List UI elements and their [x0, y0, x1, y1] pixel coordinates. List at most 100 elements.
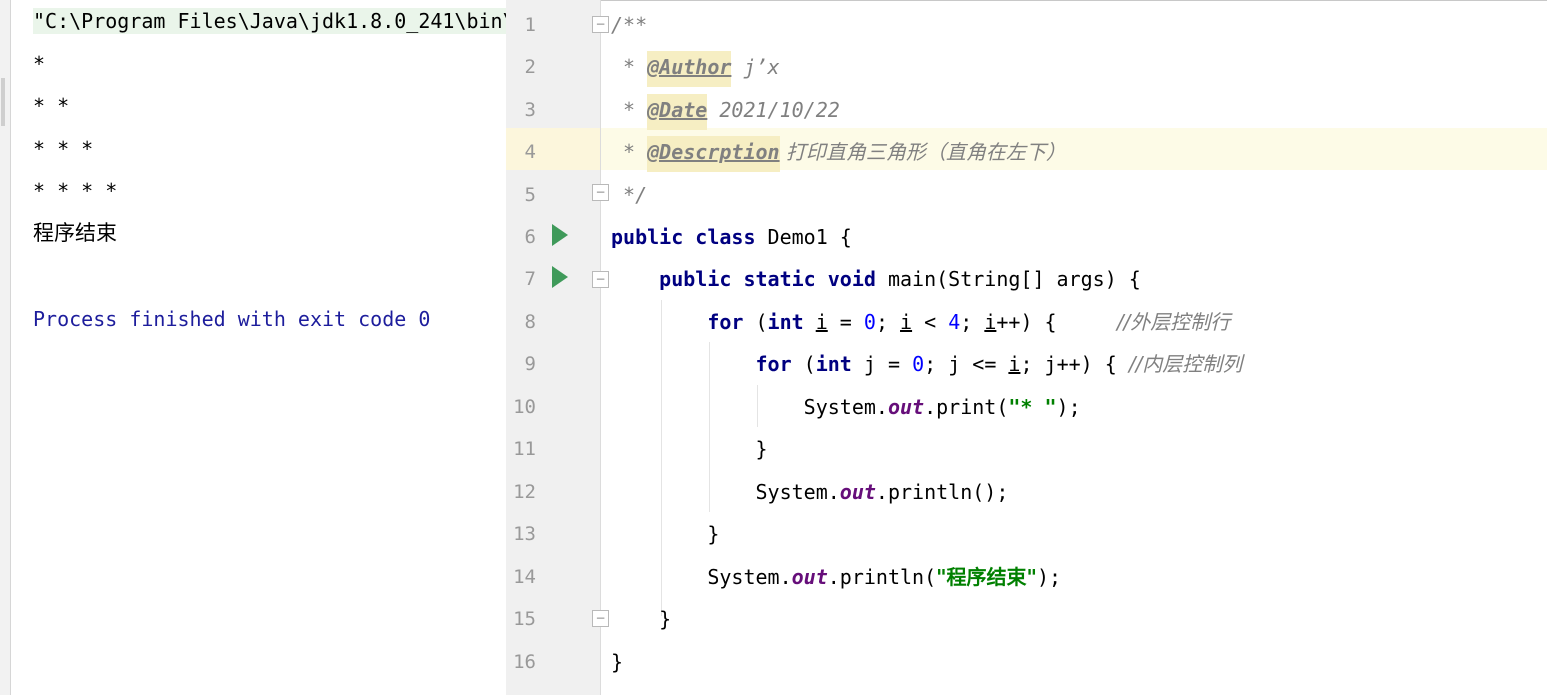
code-line-16[interactable]: } — [611, 641, 623, 683]
keyword: public static void — [659, 267, 876, 291]
code-text: ( — [791, 352, 816, 376]
code-text: .println(); — [875, 480, 1009, 504]
line-number[interactable]: 6 — [506, 216, 536, 258]
fold-end-icon[interactable]: − — [592, 610, 609, 627]
line-number[interactable]: 10 — [506, 386, 536, 428]
line-number[interactable]: 7 — [506, 258, 536, 300]
doc-comment-text: 打印直角三角形（直角在左下） — [779, 140, 1066, 164]
console-output-line: 程序结束 — [33, 221, 117, 245]
console-output-line: * * — [33, 94, 70, 118]
doc-comment-text: j’x — [731, 55, 780, 79]
doc-comment-text: * — [611, 140, 648, 164]
line-number[interactable]: 2 — [506, 46, 536, 88]
code-text: < — [912, 310, 949, 334]
static-field: out — [887, 395, 925, 419]
code-line-10[interactable]: System.out.print("* "); — [611, 386, 1081, 428]
line-number[interactable]: 11 — [506, 428, 536, 470]
code-line-15[interactable]: } — [611, 598, 671, 640]
code-text: ++) { — [996, 310, 1117, 334]
code-text: ; — [875, 310, 901, 334]
line-number[interactable]: 9 — [506, 343, 536, 385]
console-output-line: * — [33, 52, 46, 76]
line-number[interactable]: 13 — [506, 513, 536, 555]
doc-comment-text: /** — [611, 13, 648, 37]
doc-comment-text: 2021/10/22 — [707, 98, 840, 122]
javadoc-tag: @Date — [647, 94, 708, 130]
line-number[interactable]: 12 — [506, 471, 536, 513]
run-icon[interactable] — [552, 266, 568, 288]
static-field: out — [791, 565, 828, 589]
keyword: int — [767, 310, 804, 334]
doc-comment-text: * — [611, 98, 648, 122]
number-literal: 0 — [863, 310, 876, 334]
run-icon[interactable] — [552, 224, 568, 246]
code-line-1[interactable]: /** — [611, 4, 647, 46]
scroll-marker — [1, 102, 5, 126]
code-line-2[interactable]: * @Author j’x — [611, 46, 780, 88]
doc-comment-text: * — [611, 55, 648, 79]
fold-collapse-icon[interactable]: − — [592, 16, 609, 33]
code-text: main(String[] args) { — [875, 267, 1141, 291]
variable: i — [1008, 352, 1021, 376]
code-text: System. — [803, 395, 888, 419]
console-command-line[interactable]: "C:\Program Files\Java\jdk1.8.0_241\bin\… — [33, 8, 506, 34]
code-line-11[interactable]: } — [611, 428, 768, 470]
line-number[interactable]: 16 — [506, 641, 536, 683]
code-text: ; — [960, 310, 985, 334]
code-line-9[interactable]: for (int j = 0; j <= i; j++) { //内层控制列 — [611, 343, 1243, 385]
number-literal: 4 — [948, 310, 961, 334]
keyword: for — [755, 352, 792, 376]
line-comment: //外层控制行 — [1116, 310, 1231, 334]
code-text: } — [611, 650, 624, 674]
console-exit-message: Process finished with exit code 0 — [33, 307, 431, 331]
code-text: ); — [1036, 565, 1062, 589]
variable: i — [984, 310, 997, 334]
code-line-13[interactable]: } — [611, 513, 719, 555]
line-number[interactable]: 5 — [506, 174, 536, 216]
code-text: .println( — [827, 565, 937, 589]
code-line-4[interactable]: * @Descrption 打印直角三角形（直角在左下） — [611, 131, 1066, 173]
code-text: } — [707, 522, 720, 546]
javadoc-tag: @Author — [647, 51, 732, 87]
fold-collapse-icon[interactable]: − — [592, 271, 609, 288]
fold-end-icon[interactable]: − — [592, 184, 609, 201]
line-number[interactable]: 3 — [506, 89, 536, 131]
variable: i — [900, 310, 913, 334]
string-literal: "* " — [1008, 395, 1057, 419]
static-field: out — [839, 480, 876, 504]
scroll-marker — [1, 78, 5, 102]
code-text: System. — [707, 565, 792, 589]
code-text: ; j++) { — [1020, 352, 1129, 376]
console-toolbar-strip — [0, 0, 11, 695]
code-line-6[interactable]: public class Demo1 { — [611, 216, 852, 258]
doc-comment-text: */ — [611, 183, 648, 207]
code-line-14[interactable]: System.out.println("程序结束"); — [611, 556, 1061, 598]
line-number[interactable]: 1 — [506, 4, 536, 46]
line-number[interactable]: 4 — [506, 131, 536, 173]
code-line-3[interactable]: * @Date 2021/10/22 — [611, 89, 840, 131]
code-line-12[interactable]: System.out.println(); — [611, 471, 1009, 513]
code-text: } — [755, 437, 768, 461]
console-output-line: * * * — [33, 137, 94, 161]
javadoc-tag: @Descrption — [647, 136, 780, 172]
code-text: } — [659, 607, 672, 631]
code-text: .print( — [924, 395, 1009, 419]
line-number[interactable]: 15 — [506, 598, 536, 640]
line-number[interactable]: 8 — [506, 301, 536, 343]
code-editor[interactable]: 1 2 3 4 5 6 7 8 9 10 11 12 13 14 15 16 −… — [506, 0, 1547, 695]
editor-top-border — [601, 0, 1547, 1]
line-number[interactable]: 14 — [506, 556, 536, 598]
code-line-5[interactable]: */ — [611, 174, 647, 216]
code-text: ( — [743, 310, 768, 334]
code-text: ; j <= — [924, 352, 1009, 376]
code-line-8[interactable]: for (int i = 0; i < 4; i++) { //外层控制行 — [611, 301, 1230, 343]
code-line-7[interactable]: public static void main(String[] args) { — [611, 258, 1141, 300]
number-literal: 0 — [912, 352, 925, 376]
